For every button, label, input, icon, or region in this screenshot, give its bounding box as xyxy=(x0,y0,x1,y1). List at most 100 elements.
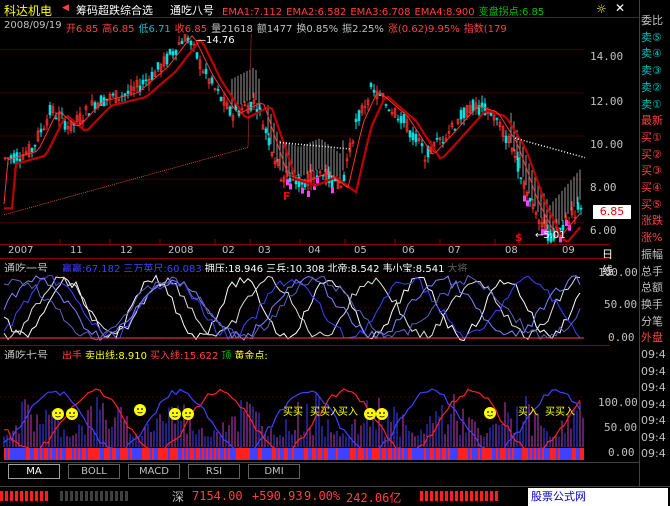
sub2-stripe xyxy=(422,448,424,460)
buy-label: 买入 xyxy=(338,407,358,418)
sub2-stripe xyxy=(560,448,562,460)
sub2-stripe xyxy=(574,448,576,460)
sidebar-item: 卖④ xyxy=(641,47,662,61)
sub2-stripe xyxy=(490,448,492,460)
quote-sidebar: 委比 卖⑤ 卖④ 卖③ 卖② 卖① 最新 买① 买② 买③ 买④ 买⑤ 涨跌 涨% 振幅 总手 总额 换手 分笔 外盘… xyxy=(639,0,670,486)
sub2-stripe xyxy=(328,448,330,460)
candle-body xyxy=(369,83,373,88)
sub2-stripe xyxy=(474,448,476,460)
sub2-stripe xyxy=(414,448,416,460)
sub2-stripe xyxy=(464,448,466,460)
tab-rsi[interactable]: RSI xyxy=(188,464,240,479)
candle-body xyxy=(249,101,253,111)
candle-body xyxy=(123,93,127,96)
sub2-stripe xyxy=(216,448,218,460)
sub2-stripe xyxy=(28,448,30,460)
sub2-stripe xyxy=(172,448,174,460)
sub2-stripe xyxy=(50,448,52,460)
sidebar-time: 09:4 xyxy=(641,364,666,378)
sub2-title[interactable]: 通吃七号 xyxy=(4,347,48,359)
candle-body xyxy=(519,177,523,179)
sub2-stripe xyxy=(410,448,412,460)
sub1-line-chart[interactable] xyxy=(0,272,610,344)
sub2-stripe xyxy=(518,448,520,460)
sub2-stripe xyxy=(504,448,506,460)
candle-body xyxy=(204,68,208,75)
candle-body xyxy=(15,152,19,161)
sub1-row-item: 大将 xyxy=(447,264,468,272)
sub1-title[interactable]: 通吃一号 xyxy=(4,260,48,272)
sub2-stripe xyxy=(278,448,280,460)
sub2-stripe xyxy=(232,448,234,460)
candle-body xyxy=(357,110,361,121)
x-label: 11 xyxy=(70,245,83,256)
sub2-stripe xyxy=(460,448,462,460)
buy-signal-icon: F xyxy=(283,190,291,203)
sub2-stripe xyxy=(98,448,100,460)
candle-body xyxy=(504,135,508,143)
candle-body xyxy=(579,207,583,210)
sub2-stripe xyxy=(522,448,524,460)
sub2-stripe xyxy=(340,448,342,460)
ohlc-row-item: 换0.85% xyxy=(296,24,339,34)
tab-ma[interactable]: MA xyxy=(8,464,60,479)
sub2-stripe xyxy=(440,448,442,460)
sub2-row-item: 买入线:15.622 xyxy=(150,351,219,359)
sidebar-item: 卖① xyxy=(641,97,662,111)
sub2-stripe xyxy=(496,448,498,460)
smiley-icon xyxy=(66,408,78,420)
candle-body xyxy=(372,89,376,93)
candlestick-chart[interactable] xyxy=(0,34,610,244)
sub2-stripe xyxy=(16,448,18,460)
candle-body xyxy=(189,40,193,46)
tab-dmi[interactable]: DMI xyxy=(248,464,300,479)
sub1-y-label: 100.00 xyxy=(598,266,638,279)
sub2-stripe xyxy=(60,448,62,460)
sub2-stripe xyxy=(46,448,48,460)
sidebar-item: 委比 xyxy=(641,14,663,27)
sub2-stripe xyxy=(88,448,90,460)
smiley-icon xyxy=(364,408,376,420)
sub2-stripe xyxy=(168,448,170,460)
sub2-row-item: 卖出线:8.910 xyxy=(85,351,147,359)
sub2-stripe xyxy=(364,448,366,460)
sub2-stripe xyxy=(578,448,580,460)
sub2-stripe xyxy=(214,448,216,460)
trend-dots xyxy=(279,141,351,150)
sub2-stripe xyxy=(428,448,430,460)
close-icon[interactable]: ✕ xyxy=(615,1,625,15)
candle-body xyxy=(399,116,403,124)
sub2-stripe xyxy=(304,448,306,460)
sub2-stripe xyxy=(6,448,8,460)
sub2-stripe xyxy=(134,448,136,460)
candle-body xyxy=(288,178,292,182)
sub2-stripe xyxy=(558,448,560,460)
sub2-stripe xyxy=(398,448,400,460)
sub2-stripe xyxy=(542,448,544,460)
stock-name[interactable]: 科达机电 xyxy=(4,2,52,17)
sub2-stripe xyxy=(250,448,252,460)
ohlc-bar: 2008/09/19 开6.85 高6.85 低6.71 收6.85 量21618 额14… xyxy=(0,20,610,34)
sub2-stripe xyxy=(128,448,130,460)
turnover-amount: 242.06亿 xyxy=(346,491,402,505)
tab-macd[interactable]: MACD xyxy=(128,464,180,479)
sub2-stripe xyxy=(78,448,80,460)
prev-arrow-icon[interactable]: ◀ xyxy=(62,3,69,13)
ma-line-slow xyxy=(4,38,581,243)
candle-body xyxy=(402,114,406,123)
tab-boll[interactable]: BOLL xyxy=(68,464,120,479)
sub2-stripe xyxy=(324,448,326,460)
sub2-stripe xyxy=(444,448,446,460)
sidebar-item: 总手 xyxy=(641,264,663,278)
sub2-stripe xyxy=(140,448,142,460)
sub2-stripe xyxy=(164,448,166,460)
candle-body xyxy=(315,175,319,178)
sub1-row-item: 拥压:18.946 xyxy=(204,264,264,272)
sidebar-item: 卖② xyxy=(641,80,662,94)
status-bar: 深 7154.00 +590.93 9.00% 242.06亿 股票公式网www… xyxy=(0,486,670,506)
indicator-tab-2[interactable]: 通吃八号 xyxy=(170,2,214,17)
sub2-stripe xyxy=(280,448,282,460)
sub2-stripe xyxy=(550,448,552,460)
sub2-stripe xyxy=(186,448,188,460)
indicator-tab-1[interactable]: 筹码超跌综合选 xyxy=(76,2,153,17)
